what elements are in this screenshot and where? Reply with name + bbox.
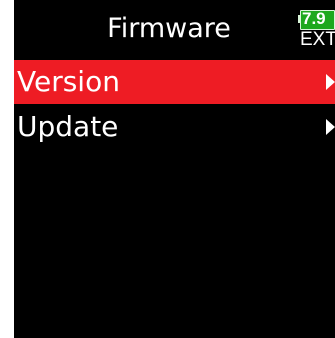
battery-voltage: 7.9 [302, 9, 326, 28]
power-indicator: 7.9 EXT [298, 8, 335, 53]
right-arrow-icon [326, 74, 335, 90]
menu-item-version[interactable]: Version [14, 60, 335, 104]
header: Firmware 7.9 EXT [14, 0, 335, 60]
power-source-label: EXT [300, 29, 335, 50]
device-screen: Firmware 7.9 EXT Version Update [14, 0, 335, 338]
menu-item-label: Version [17, 65, 120, 98]
firmware-menu: Version Update [14, 60, 335, 150]
menu-item-update[interactable]: Update [14, 105, 335, 149]
page-title: Firmware [107, 13, 231, 44]
right-arrow-icon [326, 119, 335, 135]
menu-item-label: Update [17, 110, 119, 143]
